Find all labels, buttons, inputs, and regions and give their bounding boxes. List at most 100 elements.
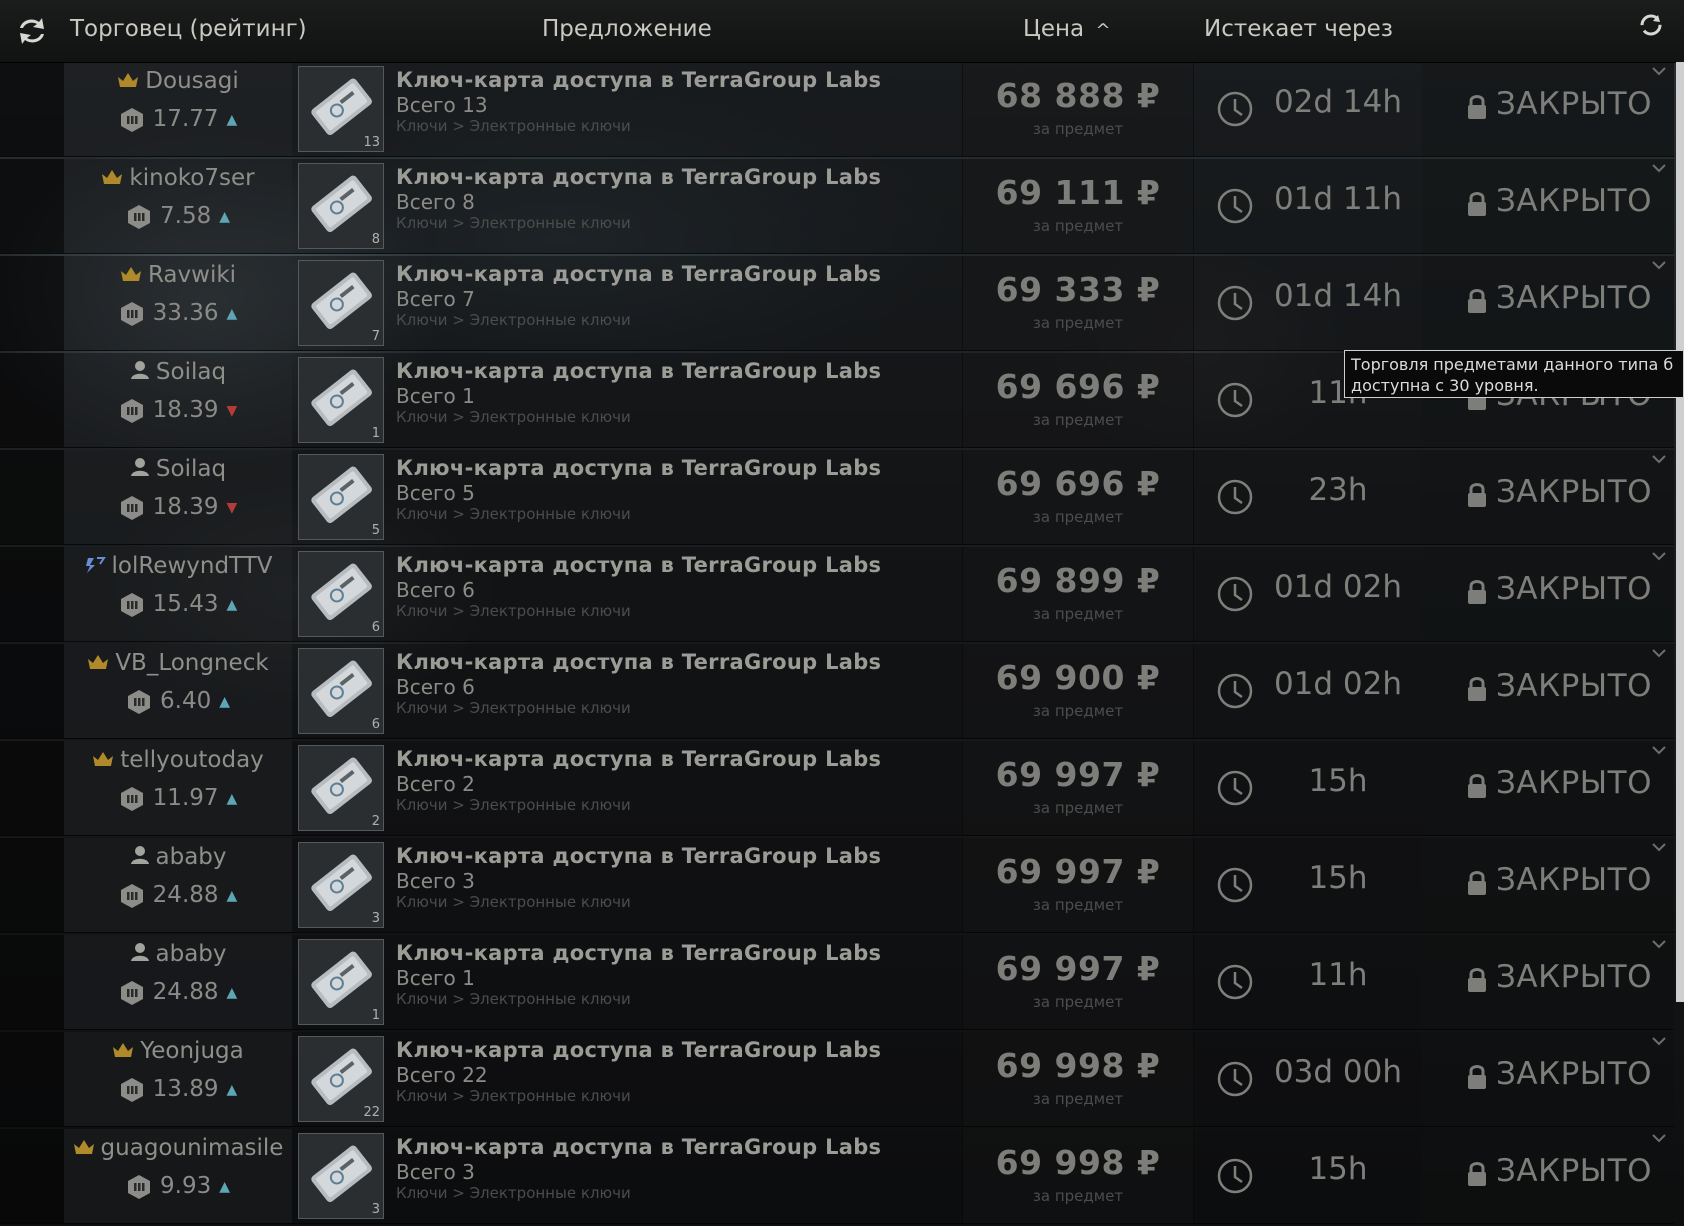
item-name[interactable]: Ключ-карта доступа в TerraGroup Labs: [396, 650, 956, 674]
offer-row[interactable]: tellyoutoday 11.97 ▲ 2 Ключ-карта доступ…: [0, 741, 1674, 836]
chevron-down-icon[interactable]: [1650, 258, 1668, 272]
trader-cell[interactable]: Ravwiki 33.36 ▲: [64, 256, 292, 350]
purchase-locked-button[interactable]: ЗАКРЫТО: [1496, 862, 1652, 898]
item-name[interactable]: Ключ-карта доступа в TerraGroup Labs: [396, 262, 956, 286]
trader-cell[interactable]: VB_Longneck 6.40 ▲: [64, 644, 292, 738]
item-thumbnail[interactable]: 7: [298, 260, 384, 346]
offer-row[interactable]: Yeonjuga 13.89 ▲ 22 Ключ-карта доступа в…: [0, 1032, 1674, 1127]
trader-cell[interactable]: guagounimasile 9.93 ▲: [64, 1129, 292, 1223]
trader-cell[interactable]: lolRewyndTTV 15.43 ▲: [64, 547, 292, 641]
trader-name[interactable]: VB_Longneck: [115, 650, 268, 676]
purchase-locked-button[interactable]: ЗАКРЫТО: [1496, 668, 1652, 704]
trader-name[interactable]: tellyoutoday: [120, 747, 264, 773]
item-total: Всего 8: [396, 190, 475, 214]
scrollbar[interactable]: [1676, 62, 1684, 1002]
purchase-locked-button[interactable]: ЗАКРЫТО: [1496, 1153, 1652, 1189]
header-offer[interactable]: Предложение: [542, 16, 712, 42]
trader-name[interactable]: Dousagi: [145, 68, 238, 94]
purchase-locked-button[interactable]: ЗАКРЫТО: [1496, 183, 1652, 219]
trader-rating: 9.93: [160, 1173, 212, 1199]
chevron-down-icon[interactable]: [1650, 549, 1668, 563]
swap-arrows-icon[interactable]: [14, 14, 50, 48]
item-thumbnail[interactable]: 6: [298, 551, 384, 637]
offer-row[interactable]: Dousagi 17.77 ▲ 13 Ключ-карта доступа в …: [0, 62, 1674, 157]
chevron-down-icon[interactable]: [1650, 646, 1668, 660]
expires-cell: 01d 14h: [1192, 256, 1420, 350]
item-thumbnail[interactable]: 2: [298, 745, 384, 831]
trader-name[interactable]: kinoko7ser: [129, 165, 254, 191]
chevron-down-icon[interactable]: [1650, 1034, 1668, 1048]
trader-cell[interactable]: ababy 24.88 ▲: [64, 935, 292, 1029]
header-price[interactable]: Цена ^: [1023, 16, 1111, 42]
item-thumbnail[interactable]: 1: [298, 939, 384, 1025]
trader-name[interactable]: lolRewyndTTV: [112, 553, 273, 579]
trader-cell[interactable]: Soilaq 18.39 ▼: [64, 450, 292, 544]
price-value: 69 998: [995, 1046, 1125, 1085]
item-thumbnail[interactable]: 22: [298, 1036, 384, 1122]
chevron-down-icon[interactable]: [1650, 1131, 1668, 1145]
clock-icon: [1217, 867, 1253, 903]
trader-name[interactable]: ababy: [156, 844, 227, 870]
clock-icon: [1217, 576, 1253, 612]
purchase-locked-button[interactable]: ЗАКРЫТО: [1496, 959, 1652, 995]
offer-row[interactable]: lolRewyndTTV 15.43 ▲ 6 Ключ-карта доступ…: [0, 547, 1674, 642]
chevron-down-icon[interactable]: [1650, 840, 1668, 854]
item-name[interactable]: Ключ-карта доступа в TerraGroup Labs: [396, 1038, 956, 1062]
item-name[interactable]: Ключ-карта доступа в TerraGroup Labs: [396, 165, 956, 189]
chevron-down-icon[interactable]: [1650, 743, 1668, 757]
item-thumbnail[interactable]: 3: [298, 1133, 384, 1219]
trader-name[interactable]: ababy: [156, 941, 227, 967]
purchase-locked-button[interactable]: ЗАКРЫТО: [1496, 571, 1652, 607]
item-thumbnail[interactable]: 3: [298, 842, 384, 928]
trader-name[interactable]: Yeonjuga: [140, 1038, 243, 1064]
offer-row[interactable]: kinoko7ser 7.58 ▲ 8 Ключ-карта доступа в…: [0, 159, 1674, 254]
purchase-locked-button[interactable]: ЗАКРЫТО: [1496, 765, 1652, 801]
purchase-locked-button[interactable]: ЗАКРЫТО: [1496, 86, 1652, 122]
trader-cell[interactable]: Dousagi 17.77 ▲: [64, 62, 292, 156]
item-name[interactable]: Ключ-карта доступа в TerraGroup Labs: [396, 941, 956, 965]
offer-row[interactable]: ababy 24.88 ▲ 1 Ключ-карта доступа в Ter…: [0, 935, 1674, 1030]
item-name[interactable]: Ключ-карта доступа в TerraGroup Labs: [396, 747, 956, 771]
purchase-locked-button[interactable]: ЗАКРЫТО: [1496, 280, 1652, 316]
trader-name[interactable]: guagounimasile: [101, 1135, 284, 1161]
trader-name[interactable]: Soilaq: [156, 359, 226, 385]
trader-cell[interactable]: ababy 24.88 ▲: [64, 838, 292, 932]
trader-cell[interactable]: Yeonjuga 13.89 ▲: [64, 1032, 292, 1126]
offer-row[interactable]: Soilaq 18.39 ▼ 5 Ключ-карта доступа в Te…: [0, 450, 1674, 545]
sync-icon[interactable]: [1638, 12, 1664, 38]
chevron-down-icon[interactable]: [1650, 452, 1668, 466]
row-lead: [0, 256, 64, 350]
item-name[interactable]: Ключ-карта доступа в TerraGroup Labs: [396, 359, 956, 383]
offer-row[interactable]: Ravwiki 33.36 ▲ 7 Ключ-карта доступа в T…: [0, 256, 1674, 351]
item-thumbnail[interactable]: 8: [298, 163, 384, 249]
trader-cell[interactable]: tellyoutoday 11.97 ▲: [64, 741, 292, 835]
trader-name[interactable]: Ravwiki: [148, 262, 236, 288]
purchase-locked-button[interactable]: ЗАКРЫТО: [1496, 474, 1652, 510]
offer-row[interactable]: ababy 24.88 ▲ 3 Ключ-карта доступа в Ter…: [0, 838, 1674, 933]
item-thumbnail[interactable]: 6: [298, 648, 384, 734]
trader-name[interactable]: Soilaq: [156, 456, 226, 482]
trader-cell[interactable]: Soilaq 18.39 ▼: [64, 353, 292, 447]
chevron-down-icon[interactable]: [1650, 64, 1668, 78]
tooltip-line-1: Торговля предметами данного типа б: [1351, 355, 1674, 374]
item-name[interactable]: Ключ-карта доступа в TerraGroup Labs: [396, 553, 956, 577]
item-thumbnail[interactable]: 13: [298, 66, 384, 152]
offer-row[interactable]: VB_Longneck 6.40 ▲ 6 Ключ-карта доступа …: [0, 644, 1674, 739]
header-expires[interactable]: Истекает через: [1204, 16, 1393, 42]
expires-value: 01d 02h: [1273, 666, 1403, 702]
status-cell: ЗАКРЫТО: [1422, 450, 1674, 544]
item-quantity: 7: [371, 329, 380, 344]
trader-rating-line: 18.39 ▼: [64, 494, 292, 521]
chevron-down-icon[interactable]: [1650, 161, 1668, 175]
item-name[interactable]: Ключ-карта доступа в TerraGroup Labs: [396, 68, 956, 92]
item-name[interactable]: Ключ-карта доступа в TerraGroup Labs: [396, 1135, 956, 1159]
purchase-locked-button[interactable]: ЗАКРЫТО: [1496, 1056, 1652, 1092]
chevron-down-icon[interactable]: [1650, 937, 1668, 951]
item-thumbnail[interactable]: 1: [298, 357, 384, 443]
trader-cell[interactable]: kinoko7ser 7.58 ▲: [64, 159, 292, 253]
item-name[interactable]: Ключ-карта доступа в TerraGroup Labs: [396, 844, 956, 868]
item-name[interactable]: Ключ-карта доступа в TerraGroup Labs: [396, 456, 956, 480]
header-trader[interactable]: Торговец (рейтинг): [70, 16, 307, 42]
offer-row[interactable]: guagounimasile 9.93 ▲ 3 Ключ-карта досту…: [0, 1129, 1674, 1224]
item-thumbnail[interactable]: 5: [298, 454, 384, 540]
